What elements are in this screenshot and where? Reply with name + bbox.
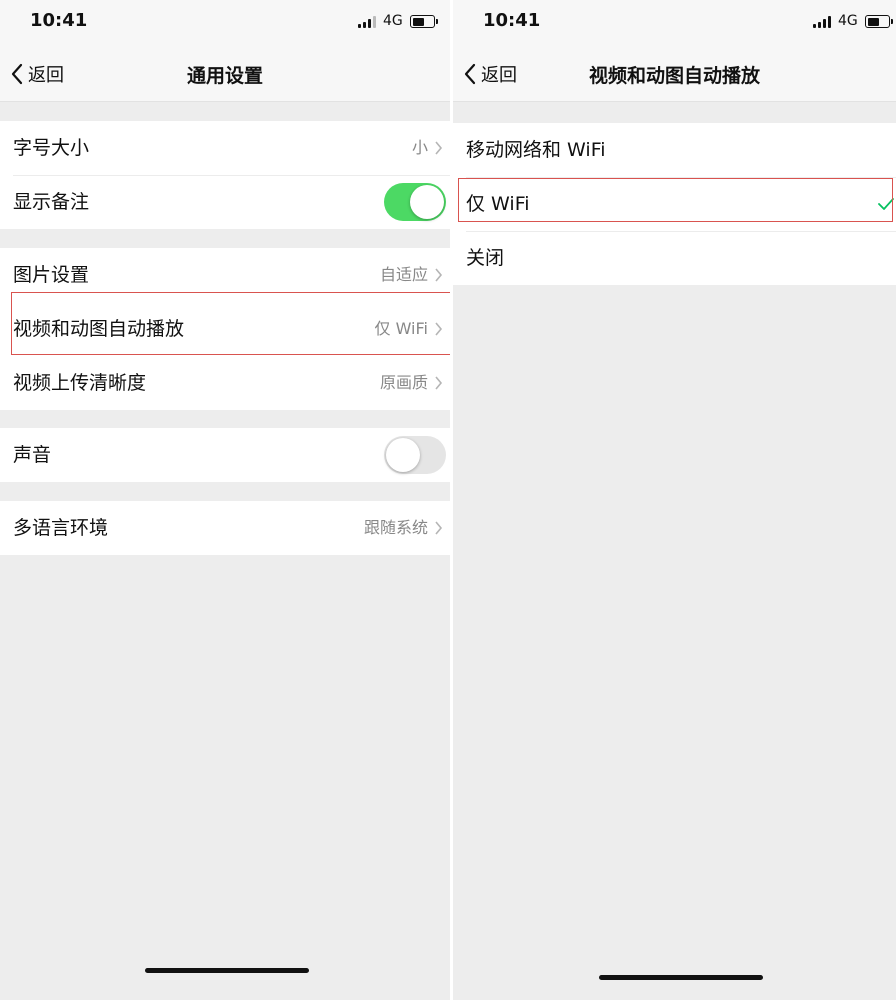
row-video-autoplay[interactable]: 视频和动图自动播放 仅 WiFi xyxy=(0,302,450,356)
row-font-size[interactable]: 字号大小 小 xyxy=(0,121,450,175)
row-value: 跟随系统 xyxy=(363,518,428,537)
row-image-settings[interactable]: 图片设置 自适应 xyxy=(0,248,450,302)
row-label: 声音 xyxy=(13,444,52,466)
row-label: 字号大小 xyxy=(13,137,90,159)
row-label: 视频和动图自动播放 xyxy=(13,318,185,340)
chevron-right-icon xyxy=(435,376,443,390)
page-title: 视频和动图自动播放 xyxy=(588,65,760,87)
row-label: 图片设置 xyxy=(13,264,90,286)
row-value: 原画质 xyxy=(379,373,428,392)
row-sound: 声音 xyxy=(0,428,450,482)
row-value: 小 xyxy=(411,138,428,157)
chevron-right-icon xyxy=(435,521,443,535)
home-indicator[interactable] xyxy=(599,975,763,980)
chevron-right-icon xyxy=(435,322,443,336)
sound-toggle[interactable] xyxy=(384,436,446,474)
general-settings-screen: 10:41 4G 返回 通用设置 字号大小 小 显示备注 图片设置 自适应 视频… xyxy=(0,0,450,1000)
row-video-upload-quality[interactable]: 视频上传清晰度 原画质 xyxy=(0,356,450,410)
option-off[interactable]: 关闭 xyxy=(453,231,896,285)
battery-icon xyxy=(865,15,893,28)
row-show-remark: 显示备注 xyxy=(0,175,450,229)
toggle-knob xyxy=(386,438,420,472)
toggle-knob xyxy=(410,185,444,219)
autoplay-options: 移动网络和 WiFi 仅 WiFi 关闭 xyxy=(453,123,896,285)
checkmark-icon xyxy=(878,198,894,210)
settings-group-sound: 声音 xyxy=(0,428,450,482)
signal-icon xyxy=(813,16,833,28)
status-time: 10:41 xyxy=(483,10,541,31)
status-bar: 10:41 4G xyxy=(0,0,450,46)
row-value: 自适应 xyxy=(379,265,428,284)
row-label: 显示备注 xyxy=(13,191,90,213)
option-label: 仅 WiFi xyxy=(466,193,530,215)
settings-group-display: 字号大小 小 显示备注 xyxy=(0,121,450,229)
chevron-right-icon xyxy=(435,268,443,282)
option-mobile-and-wifi[interactable]: 移动网络和 WiFi xyxy=(453,123,896,177)
show-remark-toggle[interactable] xyxy=(384,183,446,221)
status-time: 10:41 xyxy=(30,10,88,31)
network-label: 4G xyxy=(383,13,403,29)
status-bar: 10:41 4G xyxy=(453,0,896,46)
divider xyxy=(466,177,896,178)
row-label: 多语言环境 xyxy=(13,517,109,539)
row-value: 仅 WiFi xyxy=(374,319,429,338)
home-indicator[interactable] xyxy=(145,968,309,973)
chevron-right-icon xyxy=(435,141,443,155)
option-label: 移动网络和 WiFi xyxy=(466,139,606,161)
network-label: 4G xyxy=(838,13,858,29)
page-title: 通用设置 xyxy=(186,65,263,87)
settings-group-language: 多语言环境 跟随系统 xyxy=(0,501,450,555)
divider xyxy=(466,231,896,232)
settings-group-media: 图片设置 自适应 视频和动图自动播放 仅 WiFi 视频上传清晰度 原画质 xyxy=(0,248,450,410)
option-wifi-only[interactable]: 仅 WiFi xyxy=(453,177,896,231)
nav-bar: 返回 视频和动图自动播放 xyxy=(453,46,896,102)
video-autoplay-screen: 10:41 4G 返回 视频和动图自动播放 移动网络和 WiFi 仅 WiFi … xyxy=(453,0,896,1000)
row-language[interactable]: 多语言环境 跟随系统 xyxy=(0,501,450,555)
battery-icon xyxy=(410,15,438,28)
row-label: 视频上传清晰度 xyxy=(13,372,147,394)
nav-bar: 返回 通用设置 xyxy=(0,46,450,102)
option-label: 关闭 xyxy=(466,247,505,269)
signal-icon xyxy=(358,16,378,28)
